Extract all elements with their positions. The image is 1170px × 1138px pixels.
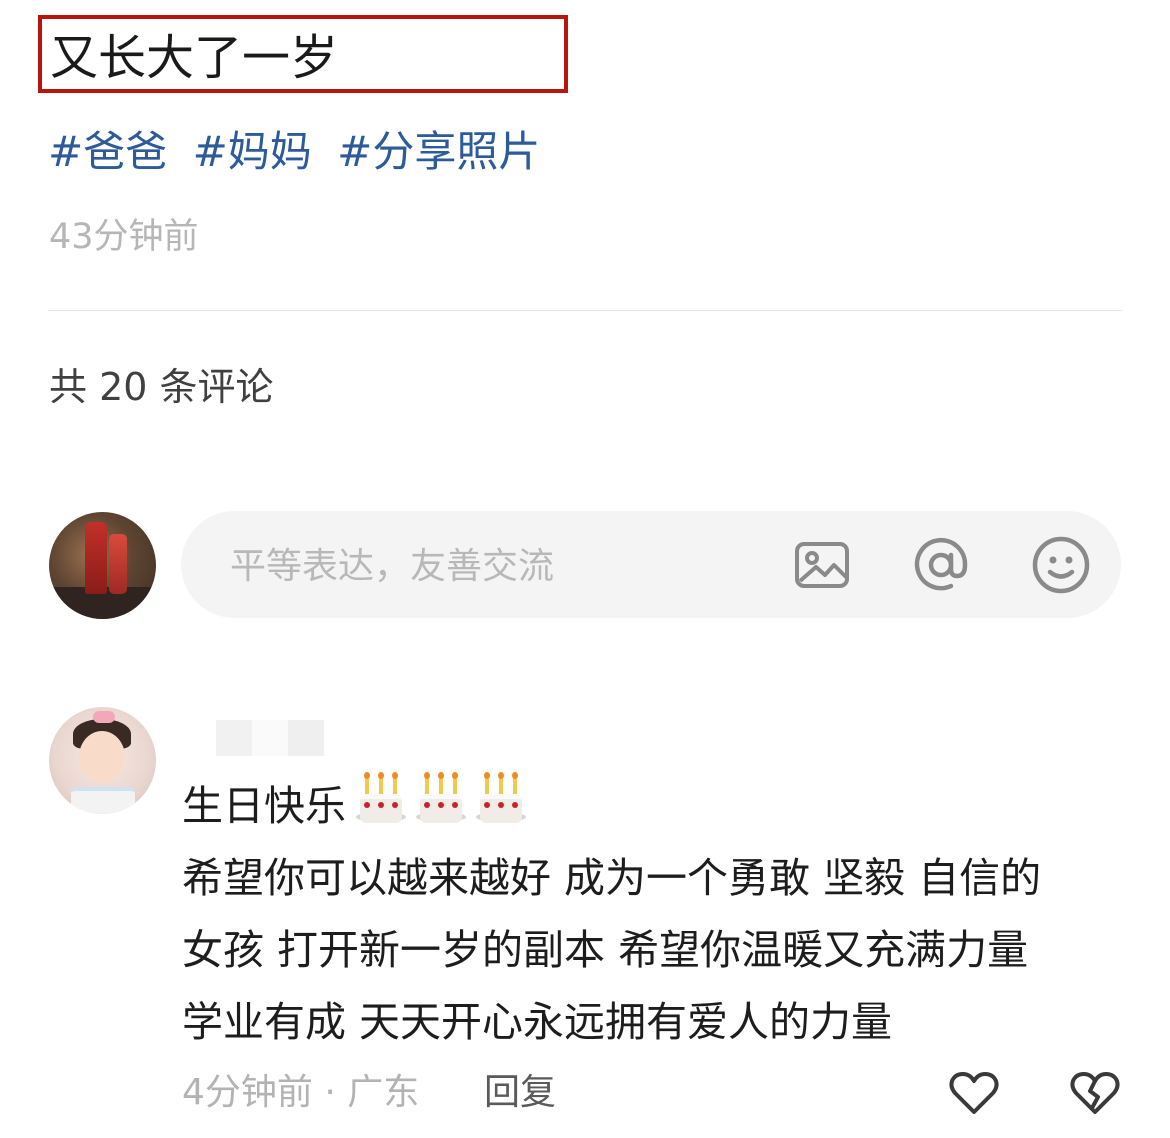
divider [48,310,1122,311]
birthday-cake-icon [356,772,406,826]
comment-count: 共 20 条评论 [49,365,274,409]
comment-greeting: 生日快乐 [182,782,346,830]
tag-list: #爸爸 #妈妈 #分享照片 [48,122,552,182]
commenter-name-redacted[interactable] [216,720,324,756]
at-mention-icon[interactable] [911,534,971,596]
birthday-cake-icon [416,772,466,826]
post-time: 43分钟前 [49,217,199,257]
image-icon[interactable] [792,534,852,596]
tag-dad[interactable]: #爸爸 [48,127,167,176]
emoji-smile-icon[interactable] [1031,534,1091,596]
comment-text: 生日快乐 希望你可以越来越好 成为一个勇敢 坚毅 自信的 女孩 打开新一岁的副本… [182,770,1122,1058]
comment-line-3: 女孩 打开新一岁的副本 希望你温暖又充满力量 [182,926,1029,974]
comment-meta: 4分钟前 · 广东 [182,1072,420,1113]
commenter-avatar[interactable] [49,707,156,814]
tag-mom[interactable]: #妈妈 [193,127,312,176]
broken-heart-icon[interactable] [1068,1066,1122,1120]
birthday-cake-icon [476,772,526,826]
comment-line-4: 学业有成 天天开心永远拥有爱人的力量 [182,998,893,1046]
reply-button[interactable]: 回复 [484,1066,556,1120]
comment-input-placeholder: 平等表达，友善交流 [230,546,555,587]
tag-share-photo[interactable]: #分享照片 [337,127,540,176]
post-title: 又长大了一岁 [50,30,339,86]
comment-line-1: 生日快乐 [182,770,1122,842]
my-avatar[interactable] [49,512,156,619]
heart-icon[interactable] [947,1066,1001,1120]
comment-line-2: 希望你可以越来越好 成为一个勇敢 坚毅 自信的 [182,854,1042,902]
